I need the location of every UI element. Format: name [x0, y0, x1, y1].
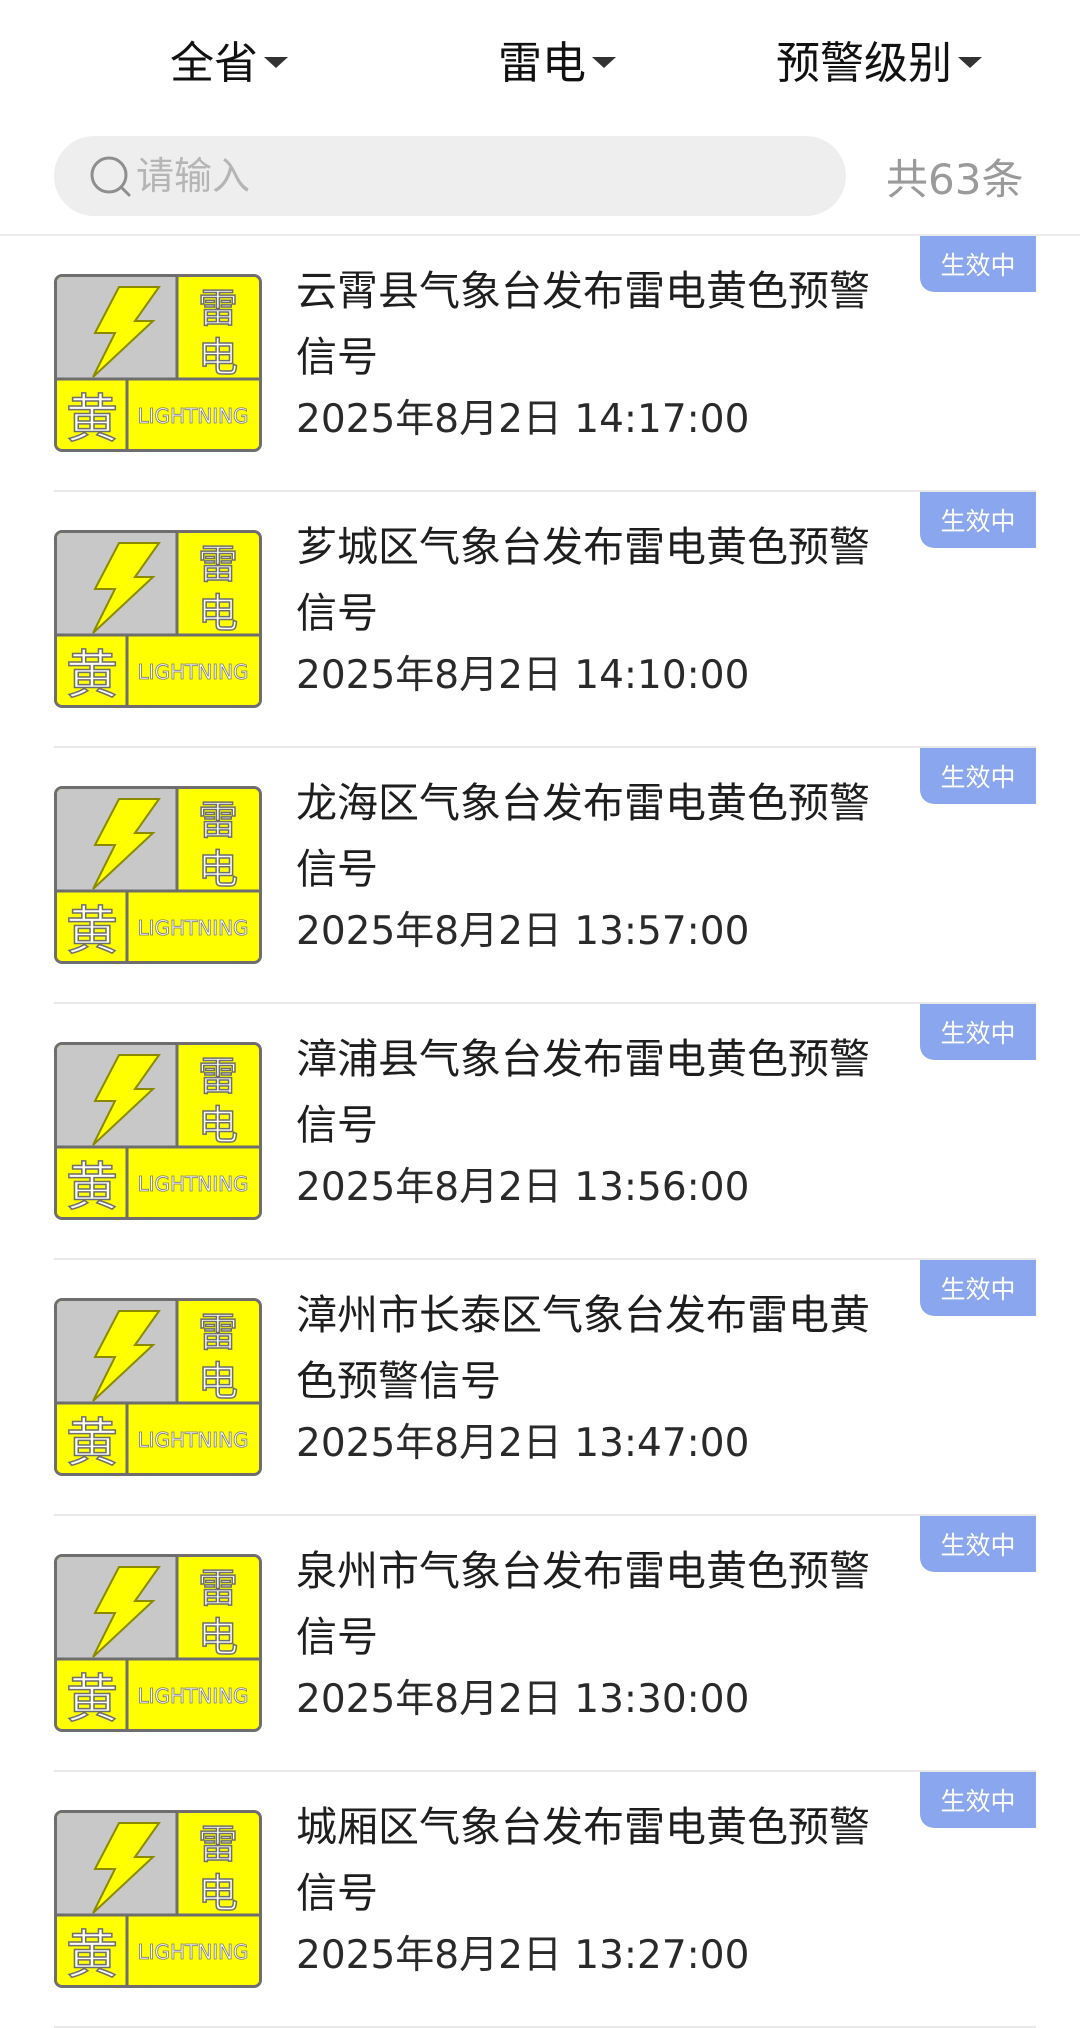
status-badge: 生效中: [920, 748, 1036, 804]
badge-english-label: LIGHTNING: [137, 660, 248, 684]
region-filter-label: 全省: [170, 38, 258, 89]
lightning-yellow-warning-badge: 雷 电 黄 LIGHTNING: [54, 786, 262, 964]
lightning-yellow-warning-badge: 雷 电 黄 LIGHTNING: [54, 1554, 262, 1732]
warning-list-item[interactable]: 雷 电 黄 LIGHTNING 龙海区气象台发布雷电黄色预警 信号 2025年8…: [0, 748, 1080, 1004]
badge-level-char: 黄: [66, 1670, 118, 1729]
badge-char-1: 雷: [198, 286, 238, 332]
badge-char-1: 雷: [198, 1566, 238, 1612]
badge-char-2: 电: [198, 1871, 238, 1917]
warning-list-item[interactable]: 雷 电 黄 LIGHTNING 漳浦县气象台发布雷电黄色预警 信号 2025年8…: [0, 1004, 1080, 1260]
badge-level-char: 黄: [66, 646, 118, 705]
lightning-yellow-warning-badge: 雷 电 黄 LIGHTNING: [54, 274, 262, 452]
warning-list-item[interactable]: 雷 电 黄 LIGHTNING 芗城区气象台发布雷电黄色预警 信号 2025年8…: [0, 492, 1080, 748]
badge-english-label: LIGHTNING: [137, 916, 248, 940]
item-title-line-1: 芗城区气象台发布雷电黄色预警: [296, 523, 870, 571]
search-box[interactable]: [54, 136, 846, 216]
status-badge: 生效中: [920, 1004, 1036, 1060]
badge-char-1: 雷: [198, 1054, 238, 1100]
badge-char-2: 电: [198, 1359, 238, 1405]
item-title-line-2: 信号: [296, 1101, 378, 1149]
badge-level-char: 黄: [66, 1158, 118, 1217]
filter-bar: 全省 雷电 预警级别: [0, 0, 1080, 120]
item-title-line-2: 信号: [296, 1869, 378, 1917]
item-title: 漳浦县气象台发布雷电黄色预警 信号: [296, 1026, 886, 1158]
badge-english-label: LIGHTNING: [137, 1940, 248, 1964]
badge-char-1: 雷: [198, 542, 238, 588]
badge-char-2: 电: [198, 591, 238, 637]
badge-char-1: 雷: [198, 1822, 238, 1868]
search-icon: [90, 156, 131, 197]
badge-level-char: 黄: [66, 390, 118, 449]
chevron-down-icon: [264, 56, 288, 68]
item-time: 2025年8月2日 13:47:00: [296, 1421, 750, 1466]
badge-english-label: LIGHTNING: [137, 404, 248, 428]
badge-char-2: 电: [198, 335, 238, 381]
warning-list-item[interactable]: 雷 电 黄 LIGHTNING 泉州市气象台发布雷电黄色预警 信号 2025年8…: [0, 1516, 1080, 1772]
item-title-line-2: 色预警信号: [296, 1357, 501, 1405]
level-filter[interactable]: 预警级别: [776, 28, 982, 90]
region-filter[interactable]: 全省: [170, 28, 288, 90]
badge-char-1: 雷: [198, 1310, 238, 1356]
lightning-yellow-warning-badge: 雷 电 黄 LIGHTNING: [54, 1298, 262, 1476]
badge-level-char: 黄: [66, 1926, 118, 1985]
badge-char-2: 电: [198, 1615, 238, 1661]
item-title-line-1: 漳浦县气象台发布雷电黄色预警: [296, 1035, 870, 1083]
warning-list-item[interactable]: 雷 电 黄 LIGHTNING 漳州市长泰区气象台发布雷电黄 色预警信号 202…: [0, 1260, 1080, 1516]
warning-list[interactable]: 雷 电 黄 LIGHTNING 云霄县气象台发布雷电黄色预警 信号 2025年8…: [0, 236, 1080, 2028]
item-title-line-2: 信号: [296, 1613, 378, 1661]
warning-list-item[interactable]: 雷 电 黄 LIGHTNING 云霄县气象台发布雷电黄色预警 信号 2025年8…: [0, 236, 1080, 492]
item-title-line-1: 城厢区气象台发布雷电黄色预警: [296, 1803, 870, 1851]
item-title-line-1: 漳州市长泰区气象台发布雷电黄: [296, 1291, 870, 1339]
item-time: 2025年8月2日 14:17:00: [296, 397, 750, 442]
badge-char-1: 雷: [198, 798, 238, 844]
chevron-down-icon: [958, 56, 982, 68]
badge-english-label: LIGHTNING: [137, 1172, 248, 1196]
lightning-yellow-warning-badge: 雷 电 黄 LIGHTNING: [54, 1810, 262, 1988]
item-title-line-1: 泉州市气象台发布雷电黄色预警: [296, 1547, 870, 1595]
status-badge: 生效中: [920, 1260, 1036, 1316]
type-filter[interactable]: 雷电: [498, 28, 616, 90]
item-title-line-1: 龙海区气象台发布雷电黄色预警: [296, 779, 870, 827]
item-time: 2025年8月2日 13:30:00: [296, 1677, 750, 1722]
item-time: 2025年8月2日 13:56:00: [296, 1165, 750, 1210]
item-title-line-2: 信号: [296, 333, 378, 381]
badge-english-label: LIGHTNING: [137, 1684, 248, 1708]
lightning-yellow-warning-badge: 雷 电 黄 LIGHTNING: [54, 1042, 262, 1220]
badge-char-2: 电: [198, 1103, 238, 1149]
item-title: 泉州市气象台发布雷电黄色预警 信号: [296, 1538, 886, 1670]
status-badge: 生效中: [920, 492, 1036, 548]
item-time: 2025年8月2日 13:57:00: [296, 909, 750, 954]
type-filter-label: 雷电: [498, 38, 586, 89]
status-badge: 生效中: [920, 1516, 1036, 1572]
item-time: 2025年8月2日 14:10:00: [296, 653, 750, 698]
item-title: 云霄县气象台发布雷电黄色预警 信号: [296, 258, 886, 390]
status-badge: 生效中: [920, 1772, 1036, 1828]
warning-list-item[interactable]: 雷 电 黄 LIGHTNING 城厢区气象台发布雷电黄色预警 信号 2025年8…: [0, 1772, 1080, 2028]
item-title-line-2: 信号: [296, 845, 378, 893]
item-title: 芗城区气象台发布雷电黄色预警 信号: [296, 514, 886, 646]
badge-english-label: LIGHTNING: [137, 1428, 248, 1452]
lightning-yellow-warning-badge: 雷 电 黄 LIGHTNING: [54, 530, 262, 708]
chevron-down-icon: [592, 56, 616, 68]
item-time: 2025年8月2日 13:27:00: [296, 1933, 750, 1978]
item-title-line-2: 信号: [296, 589, 378, 637]
result-count: 共63条: [886, 154, 1024, 204]
status-badge: 生效中: [920, 236, 1036, 292]
search-input[interactable]: [136, 154, 736, 198]
item-title-line-1: 云霄县气象台发布雷电黄色预警: [296, 267, 870, 315]
badge-char-2: 电: [198, 847, 238, 893]
search-row: 共63条: [0, 132, 1080, 220]
level-filter-label: 预警级别: [776, 38, 952, 89]
item-title: 城厢区气象台发布雷电黄色预警 信号: [296, 1794, 886, 1926]
badge-level-char: 黄: [66, 1414, 118, 1473]
badge-level-char: 黄: [66, 902, 118, 961]
item-title: 漳州市长泰区气象台发布雷电黄 色预警信号: [296, 1282, 886, 1414]
item-title: 龙海区气象台发布雷电黄色预警 信号: [296, 770, 886, 902]
